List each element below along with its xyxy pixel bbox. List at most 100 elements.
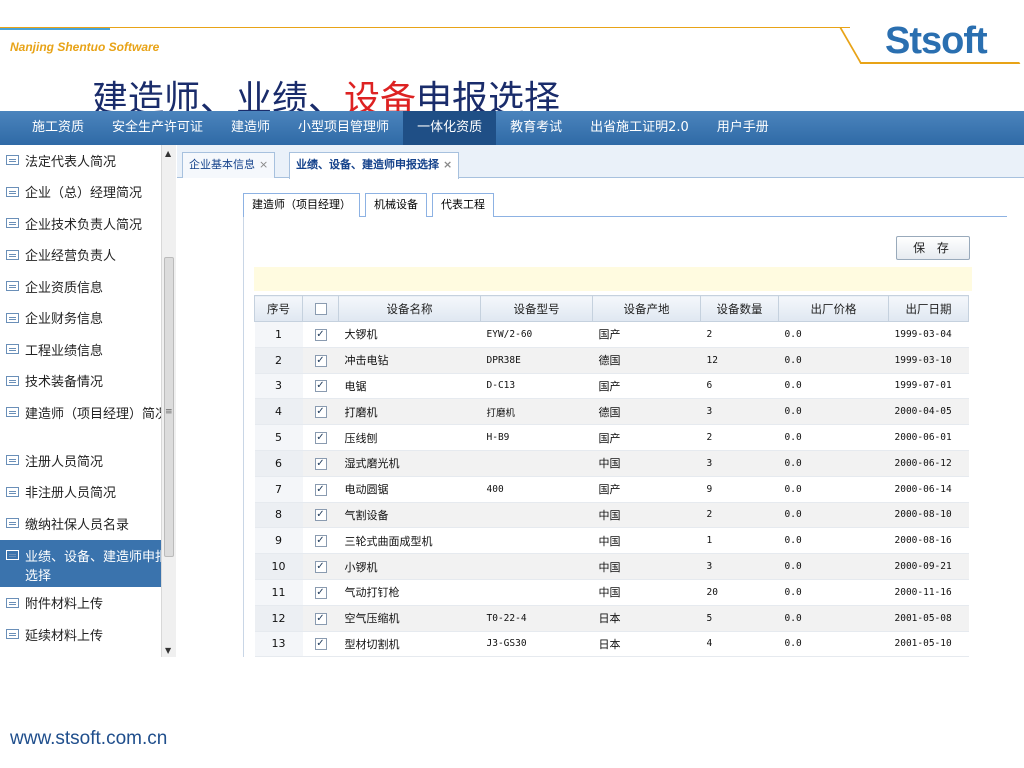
table-row[interactable]: 10 ✓ 小锣机 中国 3 0.0 2000-09-21 (254, 553, 969, 580)
table-row[interactable]: 11 ✓ 气动打钉枪 中国 20 0.0 2000-11-16 (254, 579, 969, 606)
nav-item[interactable]: 用户手册 (703, 111, 783, 145)
table-row[interactable]: 3 ✓ 电锯 D-C13 国产 6 0.0 1999-07-01 (254, 373, 969, 400)
table-row[interactable]: 12 ✓ 空气压缩机 T0-22-4 日本 5 0.0 2001-05-08 (254, 605, 969, 632)
table-row[interactable]: 6 ✓ 湿式磨光机 中国 3 0.0 2000-06-12 (254, 450, 969, 477)
close-icon[interactable]: × (259, 158, 268, 171)
tab-label: 业绩、设备、建造师申报选择 (296, 158, 439, 171)
row-number: 10 (254, 553, 303, 580)
sidebar-item[interactable]: 附件材料上传 (0, 588, 175, 619)
nav-item[interactable]: 教育考试 (496, 111, 576, 145)
row-select-cell[interactable]: ✓ (302, 347, 339, 374)
close-icon[interactable]: × (443, 158, 452, 171)
row-checkbox[interactable]: ✓ (314, 457, 327, 470)
row-checkbox[interactable]: ✓ (314, 561, 327, 574)
footer-url[interactable]: www.stsoft.com.cn (10, 728, 167, 750)
nav-item[interactable]: 小型项目管理师 (284, 111, 403, 145)
sidebar-item[interactable]: 建造师（项目经理）简况 (0, 397, 175, 445)
sidebar-item[interactable]: 注册人员简况 (0, 445, 175, 477)
select-all-checkbox[interactable] (314, 303, 327, 315)
row-select-cell[interactable]: ✓ (302, 424, 339, 451)
nav-item[interactable]: 安全生产许可证 (98, 111, 217, 145)
sidebar-item[interactable]: 非注册人员简况 (0, 477, 175, 508)
row-number: 8 (254, 502, 303, 529)
document-icon (6, 455, 19, 466)
save-button[interactable]: 保 存 (896, 236, 970, 260)
sidebar-item[interactable]: 企业（总）经理简况 (0, 177, 175, 208)
row-number: 6 (254, 450, 303, 477)
sidebar-item[interactable]: 企业财务信息 (0, 303, 175, 334)
row-select-cell[interactable]: ✓ (302, 579, 339, 606)
row-select-cell[interactable]: ✓ (302, 502, 339, 529)
row-number: 12 (254, 605, 303, 632)
select-all-header[interactable] (302, 295, 339, 322)
sidebar-item[interactable]: 企业技术负责人简况 (0, 208, 175, 240)
row-checkbox[interactable]: ✓ (314, 586, 327, 599)
sidebar-item[interactable]: 企业资质信息 (0, 271, 175, 303)
sidebar-scrollbar[interactable]: ▲ ≡ ▼ (161, 145, 176, 657)
table-row[interactable]: 13 ✓ 型材切割机 J3-GS30 日本 4 0.0 2001-05-10 (254, 631, 969, 658)
row-checkbox[interactable]: ✓ (314, 612, 327, 625)
row-checkbox[interactable]: ✓ (314, 354, 327, 367)
equipment-quantity: 6 (700, 373, 779, 400)
document-icon (6, 155, 19, 166)
nav-item[interactable]: 建造师 (217, 111, 284, 145)
sidebar-item[interactable]: 技术装备情况 (0, 366, 175, 397)
sidebar-item[interactable]: 法定代表人简况 (0, 145, 175, 177)
tab-declaration-select[interactable]: 业绩、设备、建造师申报选择 × (289, 152, 460, 179)
sidebar-item[interactable]: 业绩、设备、建造师申报选择 (0, 539, 175, 588)
subtab-equipment[interactable]: 机械设备 (365, 193, 427, 217)
sidebar-item[interactable]: 企业经营负责人 (0, 240, 175, 271)
row-checkbox[interactable]: ✓ (314, 380, 327, 393)
scroll-up-icon[interactable]: ▲ (165, 149, 171, 158)
scroll-down-icon[interactable]: ▼ (165, 646, 171, 655)
equipment-quantity: 20 (700, 579, 779, 606)
table-row[interactable]: 1 ✓ 大锣机 EYW/2-60 国产 2 0.0 1999-03-04 (254, 321, 969, 348)
sidebar-item-label: 延续材料上传 (25, 628, 104, 644)
subtab-constructor[interactable]: 建造师（项目经理） (243, 193, 360, 217)
sidebar-item-label: 企业经营负责人 (25, 249, 117, 265)
manufacture-date: 1999-07-01 (888, 373, 969, 400)
row-select-cell[interactable]: ✓ (302, 476, 339, 503)
document-icon (6, 518, 19, 529)
row-select-cell[interactable]: ✓ (302, 553, 339, 580)
sidebar-item-label: 企业财务信息 (25, 312, 104, 328)
row-checkbox[interactable]: ✓ (314, 638, 327, 651)
equipment-quantity: 5 (700, 605, 779, 632)
table-row[interactable]: 5 ✓ 压线刨 H-B9 国产 2 0.0 2000-06-01 (254, 424, 969, 451)
row-select-cell[interactable]: ✓ (302, 321, 339, 348)
tab-label: 企业基本信息 (189, 158, 255, 171)
tab-company-info[interactable]: 企业基本信息 × (182, 152, 276, 178)
equipment-price: 0.0 (778, 605, 889, 632)
row-select-cell[interactable]: ✓ (302, 398, 339, 426)
table-row[interactable]: 8 ✓ 气割设备 中国 2 0.0 2000-08-10 (254, 502, 969, 529)
equipment-name: 型材切割机 (338, 631, 481, 658)
row-checkbox[interactable]: ✓ (314, 328, 327, 341)
nav-item[interactable]: 施工资质 (18, 111, 98, 145)
table-row[interactable]: 4 ✓ 打磨机 打磨机 德国 3 0.0 2000-04-05 (254, 398, 969, 426)
sidebar-item-label: 工程业绩信息 (25, 343, 104, 359)
sidebar: 法定代表人简况 企业（总）经理简况 企业技术负责人简况企业经营负责人企业资质信息企业… (0, 145, 176, 657)
sidebar-item[interactable]: 延续材料上传 (0, 619, 175, 651)
column-header: 设备产地 (592, 295, 701, 322)
row-select-cell[interactable]: ✓ (302, 450, 339, 477)
row-checkbox[interactable]: ✓ (314, 535, 327, 548)
row-checkbox[interactable]: ✓ (314, 406, 327, 419)
sidebar-item[interactable]: 缴纳社保人员名录 (0, 508, 175, 540)
row-select-cell[interactable]: ✓ (302, 605, 339, 632)
column-header: 设备数量 (700, 295, 779, 322)
row-select-cell[interactable]: ✓ (302, 527, 339, 555)
row-select-cell[interactable]: ✓ (302, 631, 339, 658)
nav-item[interactable]: 出省施工证明2.0 (576, 111, 703, 145)
table-row[interactable]: 2 ✓ 冲击电钻 DPR38E 德国 12 0.0 1999-03-10 (254, 347, 969, 374)
subtab-projects[interactable]: 代表工程 (432, 193, 494, 217)
equipment-origin: 国产 (592, 424, 701, 451)
row-checkbox[interactable]: ✓ (314, 432, 327, 445)
nav-item[interactable]: 一体化资质 (403, 111, 497, 145)
table-row[interactable]: 9 ✓ 三轮式曲面成型机 中国 1 0.0 2000-08-16 (254, 527, 969, 555)
row-checkbox[interactable]: ✓ (314, 509, 327, 522)
row-select-cell[interactable]: ✓ (302, 373, 339, 400)
header-rule (0, 27, 850, 28)
row-checkbox[interactable]: ✓ (314, 483, 327, 496)
table-row[interactable]: 7 ✓ 电动圆锯 400 国产 9 0.0 2000-06-14 (254, 476, 969, 503)
sidebar-item[interactable]: 工程业绩信息 (0, 334, 175, 366)
